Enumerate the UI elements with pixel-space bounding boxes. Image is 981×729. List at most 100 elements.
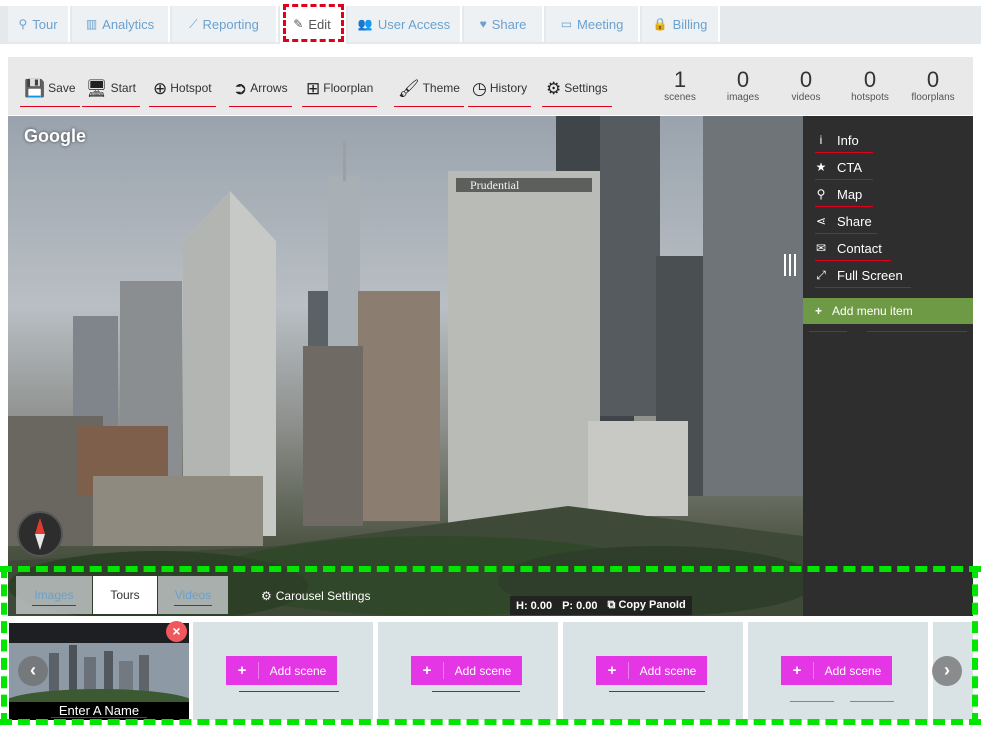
tool-label: Arrows [250,81,288,95]
stat-scenes: 1 scenes [664,67,696,104]
heart-icon: ♥ [479,17,487,31]
history-button[interactable]: ◷ History [468,73,532,107]
menu-item-cta[interactable]: ★ CTA [815,157,873,180]
menu-item-full-screen[interactable]: ⤢ Full Screen [815,265,911,288]
plus-icon: + [815,304,823,318]
city-skyline-image: Prudential [8,116,803,616]
stat-videos: 0 videos [791,67,821,104]
copy-panoid-button[interactable]: ⧉ Copy PanoId [608,599,686,612]
tab-tour[interactable]: ⚲ Tour [8,6,70,42]
tab-label: Meeting [577,16,624,32]
plus-icon: + [411,662,444,679]
settings-button[interactable]: ⚙ Settings [542,73,612,107]
envelope-icon: ✉ [815,241,827,255]
theme-button[interactable]: 🖌 Theme [394,73,464,107]
add-scene-button[interactable]: + Add scene [596,656,707,685]
tool-label: Settings [564,81,608,95]
editor-toolbar: 💾 Save 🖥 Start ⊕ Hotspot ➲ Arrows ⊞ Floo… [8,57,973,115]
tab-images[interactable]: Images [16,576,92,614]
tab-tours[interactable]: Tours [93,576,157,614]
tool-label: Floorplan [323,81,374,95]
tool-label: Save [48,81,76,95]
lock-icon: 🔒 [652,17,668,31]
save-button[interactable]: 💾 Save [20,73,80,107]
tab-label: Tour [32,16,58,32]
scene-area-highlight [0,719,981,725]
star-icon: ★ [815,160,827,174]
map-marker-icon: ⚲ [816,187,826,201]
scene-name-field[interactable]: Enter A Name [9,702,189,720]
add-scene-button[interactable]: + Add scene [226,656,337,685]
tab-billing[interactable]: 🔒 Billing [642,6,720,42]
tab-analytics[interactable]: ▥ Analytics [72,6,170,42]
carousel-next-button[interactable]: › [932,656,962,686]
start-button[interactable]: 🖥 Start [82,73,140,107]
stat-hotspots: 0 hotspots [851,67,889,104]
tab-share[interactable]: ♥ Share [464,6,544,42]
hotspot-button[interactable]: ⊕ Hotspot [149,73,216,107]
top-nav: ⚲ Tour ▥ Analytics ⟋ Reporting ✎ Edit 👥 … [0,0,981,44]
expand-icon: ⤢ [816,267,826,282]
stat-floorplans: 0 floorplans [911,67,955,104]
monitor-icon: 🖥 [86,78,108,98]
heading-readout: H: 0.00 [516,599,553,612]
add-scene-button[interactable]: + Add scene [781,656,892,685]
scene-area-highlight [972,566,978,725]
scene-slot: + Add scene [378,622,558,720]
scene-area-highlight [0,566,981,572]
tab-label: Analytics [102,16,155,32]
arrows-button[interactable]: ➲ Arrows [229,73,292,107]
info-icon: i [819,133,823,147]
plus-icon: + [596,662,629,679]
paintbrush-icon: 🖌 [398,78,420,98]
menu-drag-handle[interactable] [784,254,798,280]
tab-videos[interactable]: Videos [158,576,228,614]
tool-label: Theme [422,81,460,95]
map-marker-icon: ⚲ [18,17,28,31]
floorplan-icon: ⊞ [306,78,321,98]
external-link-icon: ⧉ [607,599,616,611]
remove-scene-button[interactable]: × [166,621,187,642]
building-sign: Prudential [470,178,520,192]
menu-item-info[interactable]: i Info [815,130,873,153]
pitch-readout: P: 0.00 [562,599,598,612]
gear-icon: ⚙ [546,78,562,98]
google-logo: Google [24,126,86,146]
edit-tab-highlight [283,4,344,42]
panorama-viewer[interactable]: Prudential Google Images Tours Videos ⚙ … [8,116,803,616]
floppy-disk-icon: 💾 [24,78,46,98]
tab-user-access[interactable]: 👥 User Access [348,6,462,42]
scene-slot: + Add scene [193,622,373,720]
chevron-circle-right-icon: ➲ [233,78,248,98]
gear-icon: ⚙ [261,589,272,603]
carousel-prev-button[interactable]: ‹ [18,656,48,686]
floorplan-button[interactable]: ⊞ Floorplan [302,73,378,107]
menu-item-map[interactable]: ⚲ Map [815,184,873,207]
bar-chart-icon: ▥ [85,17,98,31]
pano-coordinates: H: 0.00 P: 0.00 ⧉ Copy PanoId [510,596,692,615]
share-icon: ⋖ [815,214,827,228]
stat-images: 0 images [726,67,760,104]
tool-label: History [489,81,528,95]
carousel-settings-button[interactable]: ⚙ Carousel Settings [261,589,370,603]
scene-slot: + Add scene [748,622,928,720]
monitor-icon: ▭ [560,17,573,31]
tab-label: Share [491,16,527,32]
editor-page: ⚲ Tour ▥ Analytics ⟋ Reporting ✎ Edit 👥 … [0,0,981,729]
add-scene-button[interactable]: + Add scene [411,656,522,685]
tool-label: Hotspot [170,81,212,95]
tab-meeting[interactable]: ▭ Meeting [546,6,640,42]
plus-icon: + [781,662,814,679]
add-menu-item-button[interactable]: + Add menu item [803,298,973,324]
scene-area-highlight [1,566,7,725]
tour-menu-panel: i Info ★ CTA ⚲ Map ⋖ Share ✉ Contact ⤢ F… [803,116,973,616]
line-chart-icon: ⟋ [189,16,198,31]
menu-item-contact[interactable]: ✉ Contact [815,238,891,261]
tab-reporting[interactable]: ⟋ Reporting [172,6,278,42]
compass-icon[interactable] [17,511,63,557]
menu-item-share[interactable]: ⋖ Share [815,211,877,234]
tab-label: User Access [377,16,451,32]
tool-label: Start [110,81,136,95]
tab-label: Reporting [202,16,259,32]
tab-label: Billing [672,16,708,32]
